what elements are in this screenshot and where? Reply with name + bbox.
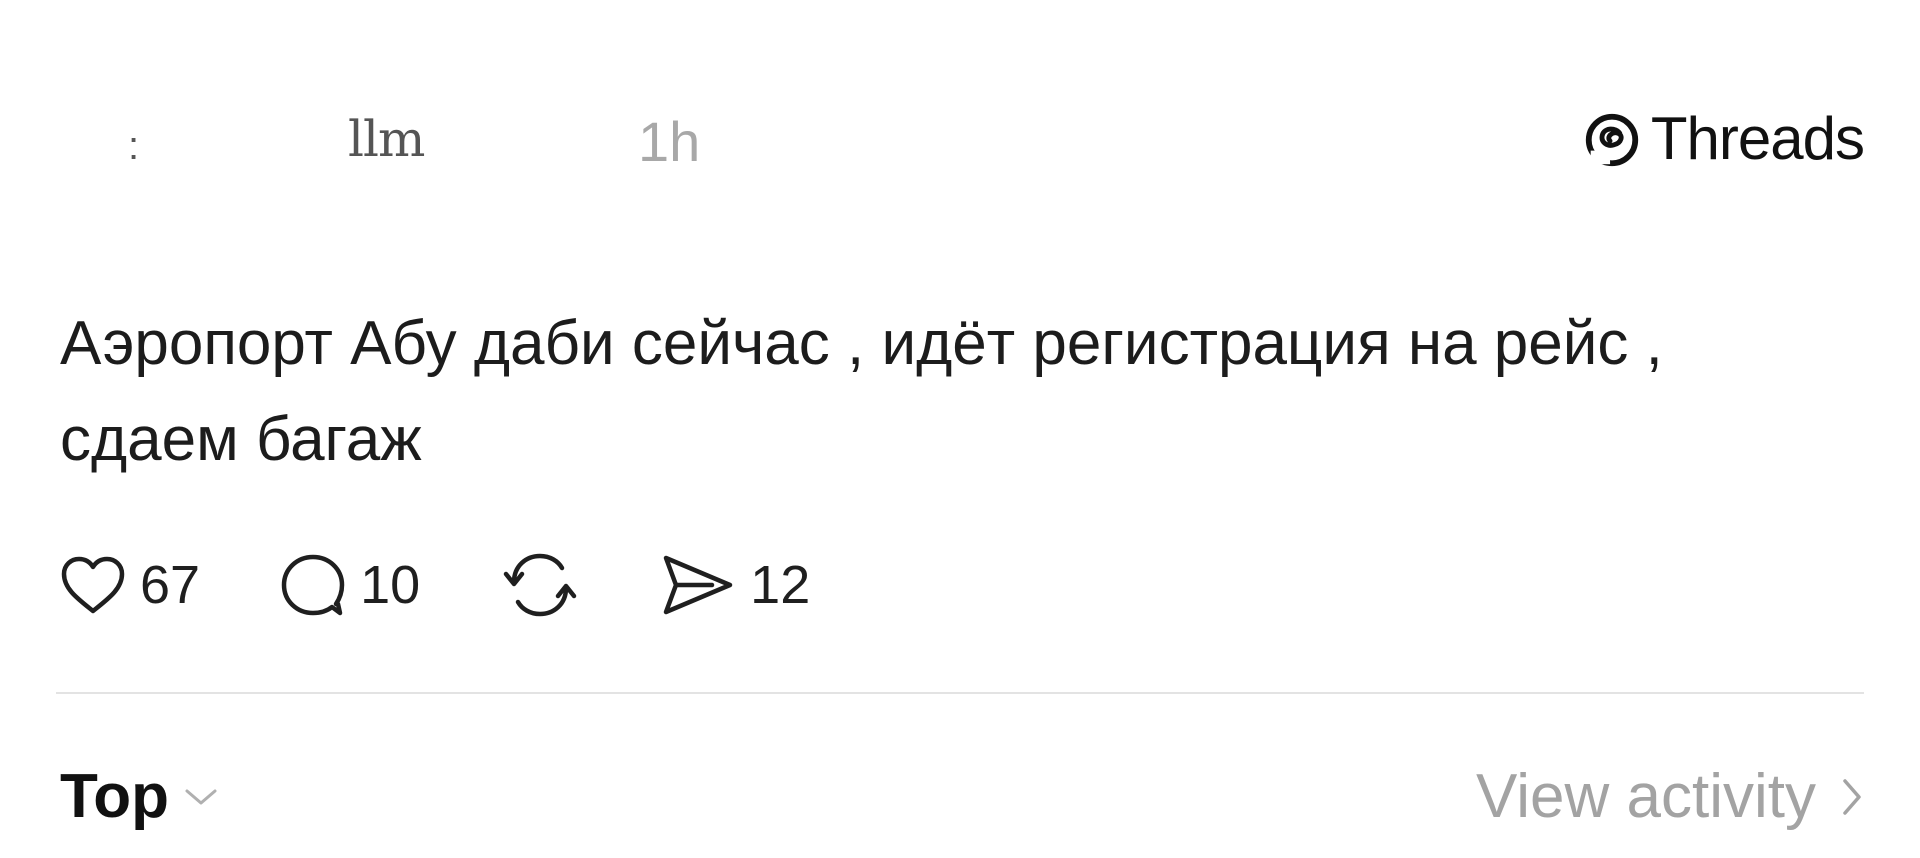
post-footer: Top View activity	[60, 760, 1864, 840]
view-activity-link[interactable]: View activity	[1476, 766, 1864, 828]
share-count: 12	[750, 555, 811, 615]
post-header: : llm 1h Threads	[60, 100, 1865, 180]
view-activity-label: View activity	[1476, 762, 1816, 831]
chevron-down-icon	[185, 789, 217, 805]
threads-post-card: : llm 1h Threads Аэропорт Абу даби сейча…	[0, 0, 1920, 858]
repost-icon	[503, 553, 577, 617]
post-text: Аэропорт Абу даби сейчас , идёт регистра…	[60, 309, 1663, 474]
sort-dropdown[interactable]: Top	[60, 766, 219, 828]
threads-brand[interactable]: Threads	[1581, 105, 1865, 172]
reply-count: 10	[360, 555, 421, 615]
sort-label: Top	[60, 762, 170, 831]
heart-icon	[61, 556, 125, 614]
threads-logo-icon	[1585, 113, 1639, 167]
share-button[interactable]: 12	[660, 552, 810, 618]
divider	[56, 692, 1864, 694]
repost-button[interactable]	[500, 548, 580, 622]
chevron-right-icon	[1843, 779, 1861, 815]
send-icon	[663, 555, 733, 615]
avatar-placeholder: :	[128, 124, 140, 168]
like-count: 67	[140, 555, 201, 615]
username[interactable]: llm	[348, 114, 425, 164]
post-actions: 67 10 12	[60, 550, 890, 620]
reply-button[interactable]: 10	[280, 552, 420, 618]
post-timestamp: 1h	[638, 110, 701, 173]
comment-icon	[281, 554, 345, 616]
brand-name: Threads	[1650, 105, 1865, 172]
like-button[interactable]: 67	[60, 554, 200, 616]
